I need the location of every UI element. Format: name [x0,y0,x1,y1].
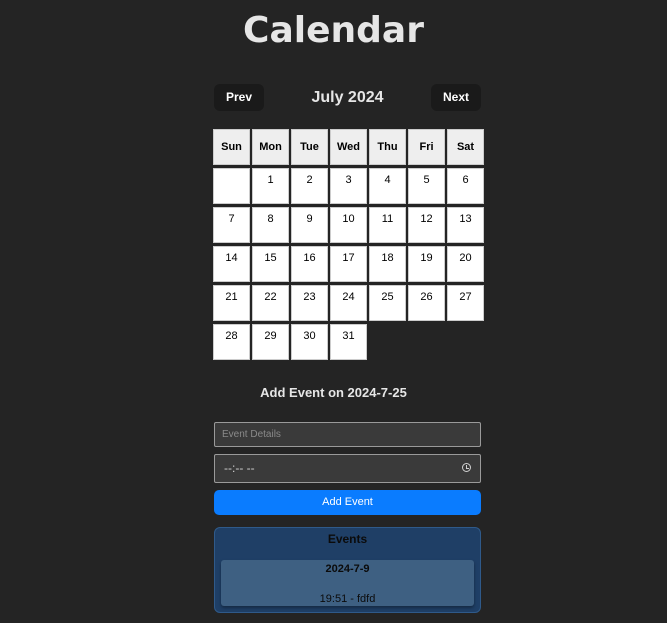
weekday-header: Mon [252,129,289,165]
events-panel: Events 2024-7-9 19:51 - fdfd [214,527,481,613]
event-time-input[interactable]: --:-- -- [214,454,481,483]
day-cell[interactable]: 19 [408,246,445,282]
month-label: July 2024 [311,89,384,106]
clock-icon[interactable] [462,463,471,472]
day-cell[interactable]: 26 [408,285,445,321]
day-cell[interactable]: 12 [408,207,445,243]
day-cell[interactable]: 10 [330,207,367,243]
weekday-header: Sat [447,129,484,165]
day-cell[interactable]: 2 [291,168,328,204]
day-cell[interactable]: 1 [252,168,289,204]
event-item[interactable]: 2024-7-9 19:51 - fdfd [221,560,474,606]
weekday-header: Thu [369,129,406,165]
next-month-button[interactable]: Next [431,84,481,111]
day-cell[interactable]: 28 [213,324,250,360]
day-cell[interactable]: 27 [447,285,484,321]
empty-day-cell [213,168,250,204]
time-value: --:-- -- [224,461,255,475]
day-cell[interactable]: 24 [330,285,367,321]
day-cell[interactable]: 21 [213,285,250,321]
day-cell[interactable]: 30 [291,324,328,360]
weekday-header: Sun [213,129,250,165]
day-cell[interactable]: 25 [369,285,406,321]
add-event-button[interactable]: Add Event [214,490,481,515]
day-cell[interactable]: 8 [252,207,289,243]
day-cell[interactable]: 11 [369,207,406,243]
events-title: Events [327,532,368,546]
event-details-input[interactable]: Event Details [214,422,481,447]
day-cell[interactable]: 29 [252,324,289,360]
day-cell[interactable]: 4 [369,168,406,204]
event-date: 2024-7-9 [325,563,370,575]
page-title: Calendar [243,10,424,51]
day-cell[interactable]: 18 [369,246,406,282]
event-text: 19:51 - fdfd [319,593,376,605]
weekday-header: Tue [291,129,328,165]
day-cell[interactable]: 7 [213,207,250,243]
add-event-heading: Add Event on 2024-7-25 [260,385,407,400]
day-cell[interactable]: 6 [447,168,484,204]
day-cell[interactable]: 5 [408,168,445,204]
day-cell[interactable]: 17 [330,246,367,282]
weekday-header: Fri [408,129,445,165]
day-cell[interactable]: 23 [291,285,328,321]
day-cell[interactable]: 22 [252,285,289,321]
day-cell[interactable]: 15 [252,246,289,282]
day-cell[interactable]: 9 [291,207,328,243]
weekday-header: Wed [330,129,367,165]
day-cell[interactable]: 3 [330,168,367,204]
calendar-grid: Sun Mon Tue Wed Thu Fri Sat 1 2 3 4 5 6 7 8 9 10 11 12 13 14… [213,129,484,360]
prev-month-button[interactable]: Prev [214,84,264,111]
day-cell[interactable]: 20 [447,246,484,282]
day-cell[interactable]: 13 [447,207,484,243]
day-cell[interactable]: 16 [291,246,328,282]
day-cell[interactable]: 14 [213,246,250,282]
day-cell[interactable]: 31 [330,324,367,360]
